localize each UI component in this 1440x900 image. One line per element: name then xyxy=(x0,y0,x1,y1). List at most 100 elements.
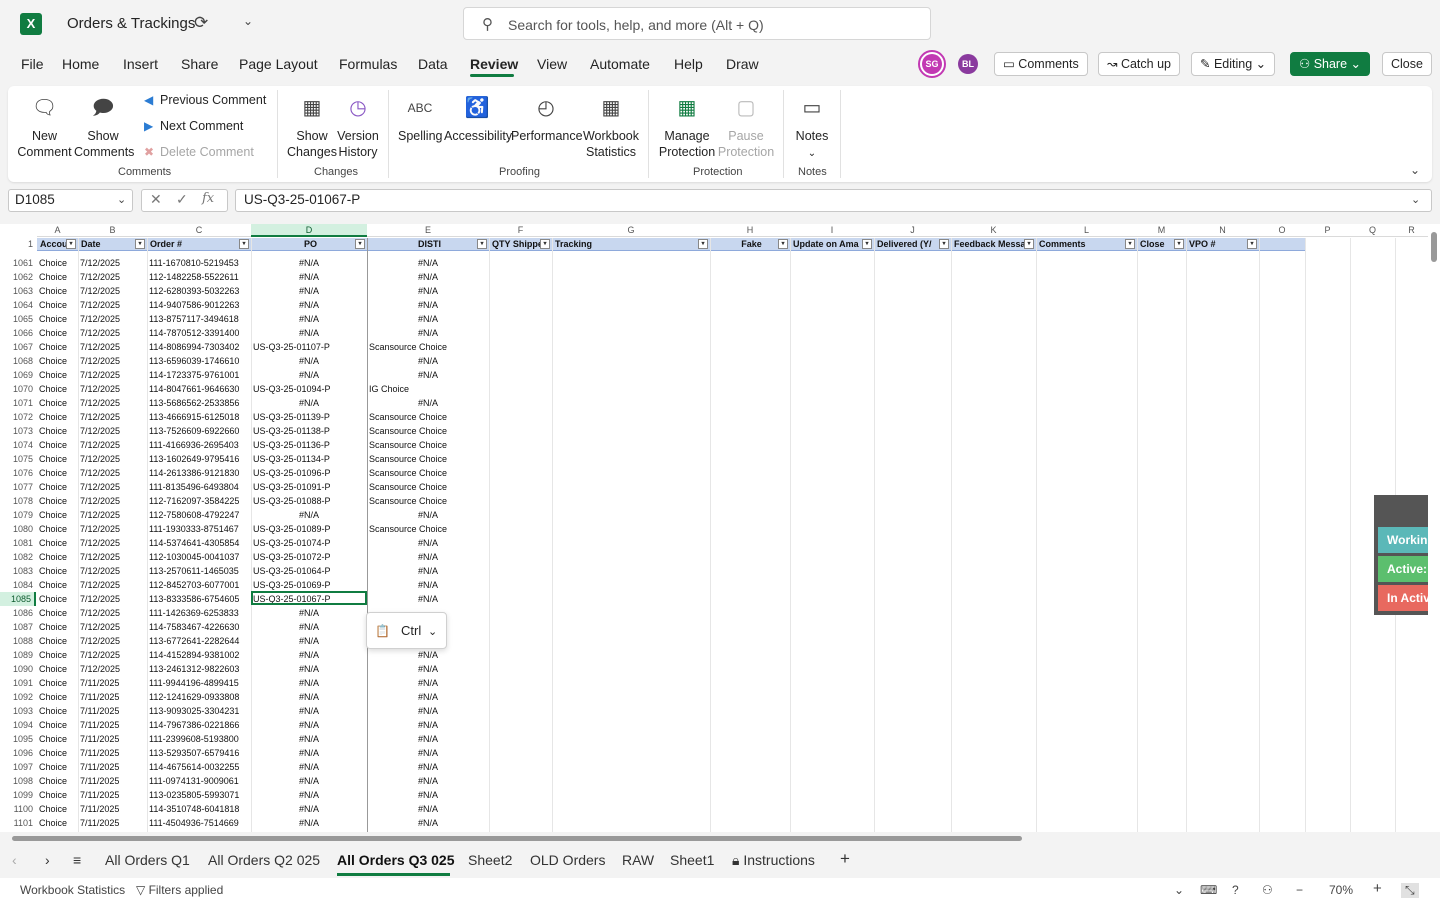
table-cell[interactable]: #N/A xyxy=(367,396,489,410)
table-cell[interactable]: #N/A xyxy=(367,746,489,760)
catch-up-button[interactable]: ↝ Catch up xyxy=(1098,52,1180,76)
table-cell[interactable]: #N/A xyxy=(367,718,489,732)
filter-dropdown-icon[interactable]: ▾ xyxy=(135,239,145,249)
row-header[interactable]: 1096 xyxy=(0,746,36,760)
row-header[interactable]: 1069 xyxy=(0,368,36,382)
table-cell[interactable]: #N/A xyxy=(367,592,489,606)
table-cell[interactable]: Choice xyxy=(39,662,77,676)
new-comment-button[interactable]: 🗨 New Comment xyxy=(17,94,72,160)
table-cell[interactable]: 114-2613386-9121830 xyxy=(149,466,250,480)
table-cell[interactable]: Choice xyxy=(39,354,77,368)
table-cell[interactable]: Choice xyxy=(39,438,77,452)
row-header[interactable]: 1064 xyxy=(0,298,36,312)
table-cell[interactable]: Choice xyxy=(39,592,77,606)
table-cell[interactable]: US-Q3-25-01107-P xyxy=(253,340,366,354)
keyboard-icon[interactable]: ⌨ xyxy=(1200,883,1217,897)
table-cell[interactable]: #N/A xyxy=(367,648,489,662)
row-header[interactable]: 1082 xyxy=(0,550,36,564)
table-cell[interactable]: #N/A xyxy=(251,284,367,298)
filter-dropdown-icon[interactable]: ▾ xyxy=(698,239,708,249)
ribbon-expand-icon[interactable]: ⌄ xyxy=(1410,163,1420,177)
column-header-h[interactable]: H xyxy=(710,224,790,237)
table-cell[interactable]: Scansource Choice xyxy=(369,438,488,452)
search-box[interactable]: ⚲ Search for tools, help, and more (Alt … xyxy=(463,7,931,40)
confirm-icon[interactable]: ✓ xyxy=(176,191,188,208)
filter-dropdown-icon[interactable]: ▾ xyxy=(477,239,487,249)
table-cell[interactable]: Choice xyxy=(39,298,77,312)
sheet-tab-all-orders-q1[interactable]: All Orders Q1 xyxy=(105,852,190,868)
zoom-level[interactable]: 70% xyxy=(1329,883,1353,897)
sheet-tab-all-orders-q3[interactable]: All Orders Q3 025 xyxy=(337,852,455,868)
column-header-f[interactable]: F xyxy=(489,224,552,237)
column-header-m[interactable]: M xyxy=(1137,224,1186,237)
sheet-tab-all-orders-q2[interactable]: All Orders Q2 025 xyxy=(208,852,320,868)
table-cell[interactable]: #N/A xyxy=(251,788,367,802)
column-header-k[interactable]: K xyxy=(951,224,1036,237)
table-cell[interactable]: #N/A xyxy=(251,774,367,788)
table-cell[interactable]: 114-8047661-9646630 xyxy=(149,382,250,396)
row-header[interactable]: 1099 xyxy=(0,788,36,802)
table-cell[interactable]: 111-8135496-6493804 xyxy=(149,480,250,494)
table-cell[interactable]: 7/12/2025 xyxy=(80,564,146,578)
table-cell[interactable]: #N/A xyxy=(251,690,367,704)
table-cell[interactable]: #N/A xyxy=(367,284,489,298)
tab-data[interactable]: Data xyxy=(418,56,448,72)
table-cell[interactable]: Choice xyxy=(39,368,77,382)
table-cell[interactable]: 112-1482258-5522611 xyxy=(149,270,250,284)
tab-help[interactable]: Help xyxy=(674,56,703,72)
table-cell[interactable]: #N/A xyxy=(251,662,367,676)
table-cell[interactable]: Choice xyxy=(39,718,77,732)
table-cell[interactable]: Choice xyxy=(39,452,77,466)
table-cell[interactable]: 114-7870512-3391400 xyxy=(149,326,250,340)
row-header[interactable]: 1 xyxy=(0,238,36,251)
table-cell[interactable]: US-Q3-25-01072-P xyxy=(253,550,366,564)
help-icon[interactable]: ? xyxy=(1232,883,1239,897)
table-cell[interactable]: 7/11/2025 xyxy=(80,816,146,830)
table-cell[interactable]: Choice xyxy=(39,508,77,522)
table-cell[interactable]: US-Q3-25-01094-P xyxy=(253,382,366,396)
table-cell[interactable]: #N/A xyxy=(251,620,367,634)
table-cell[interactable]: 114-1723375-9761001 xyxy=(149,368,250,382)
table-cell[interactable]: Choice xyxy=(39,634,77,648)
column-header-r[interactable]: R xyxy=(1395,224,1428,237)
row-header[interactable]: 1084 xyxy=(0,578,36,592)
row-header[interactable]: 1061 xyxy=(0,256,36,270)
table-cell[interactable]: 111-2399608-5193800 xyxy=(149,732,250,746)
table-cell[interactable]: Choice xyxy=(39,256,77,270)
table-cell[interactable]: 7/12/2025 xyxy=(80,368,146,382)
table-cell[interactable]: #N/A xyxy=(367,270,489,284)
table-cell[interactable]: Choice xyxy=(39,578,77,592)
table-cell[interactable]: #N/A xyxy=(367,326,489,340)
table-cell[interactable]: US-Q3-25-01089-P xyxy=(253,522,366,536)
table-cell[interactable]: 114-3510748-6041818 xyxy=(149,802,250,816)
filter-dropdown-icon[interactable]: ▾ xyxy=(66,239,76,249)
sheet-tab-sheet1[interactable]: Sheet1 xyxy=(670,852,714,868)
row-header[interactable]: 1083 xyxy=(0,564,36,578)
table-cell[interactable]: 7/12/2025 xyxy=(80,396,146,410)
table-cell[interactable]: #N/A xyxy=(251,746,367,760)
table-cell[interactable]: 7/11/2025 xyxy=(80,676,146,690)
tab-view[interactable]: View xyxy=(537,56,567,72)
document-title[interactable]: Orders & Trackings xyxy=(67,15,195,32)
table-cell[interactable]: 113-9093025-3304231 xyxy=(149,704,250,718)
table-cell[interactable]: Choice xyxy=(39,466,77,480)
table-cell[interactable]: Scansource Choice xyxy=(369,452,488,466)
performance-button[interactable]: ◴ Performance xyxy=(511,94,583,144)
filter-dropdown-icon[interactable]: ▾ xyxy=(540,239,550,249)
row-header[interactable]: 1089 xyxy=(0,648,36,662)
column-header-o[interactable]: O xyxy=(1259,224,1305,237)
close-button[interactable]: Close xyxy=(1382,52,1432,76)
table-cell[interactable]: Choice xyxy=(39,816,77,830)
row-header[interactable]: 1070 xyxy=(0,382,36,396)
table-cell[interactable]: #N/A xyxy=(367,676,489,690)
table-cell[interactable]: 113-1602649-9795416 xyxy=(149,452,250,466)
chevron-down-icon[interactable]: ⌄ xyxy=(117,193,126,206)
table-cell[interactable]: 114-4675614-0032255 xyxy=(149,760,250,774)
table-cell[interactable]: #N/A xyxy=(367,774,489,788)
share-button[interactable]: ⚇ Share ⌄ xyxy=(1290,52,1370,76)
table-cell[interactable]: Choice xyxy=(39,676,77,690)
table-cell[interactable]: 7/11/2025 xyxy=(80,760,146,774)
tab-draw[interactable]: Draw xyxy=(726,56,759,72)
table-cell[interactable]: Choice xyxy=(39,326,77,340)
row-header[interactable]: 1087 xyxy=(0,620,36,634)
